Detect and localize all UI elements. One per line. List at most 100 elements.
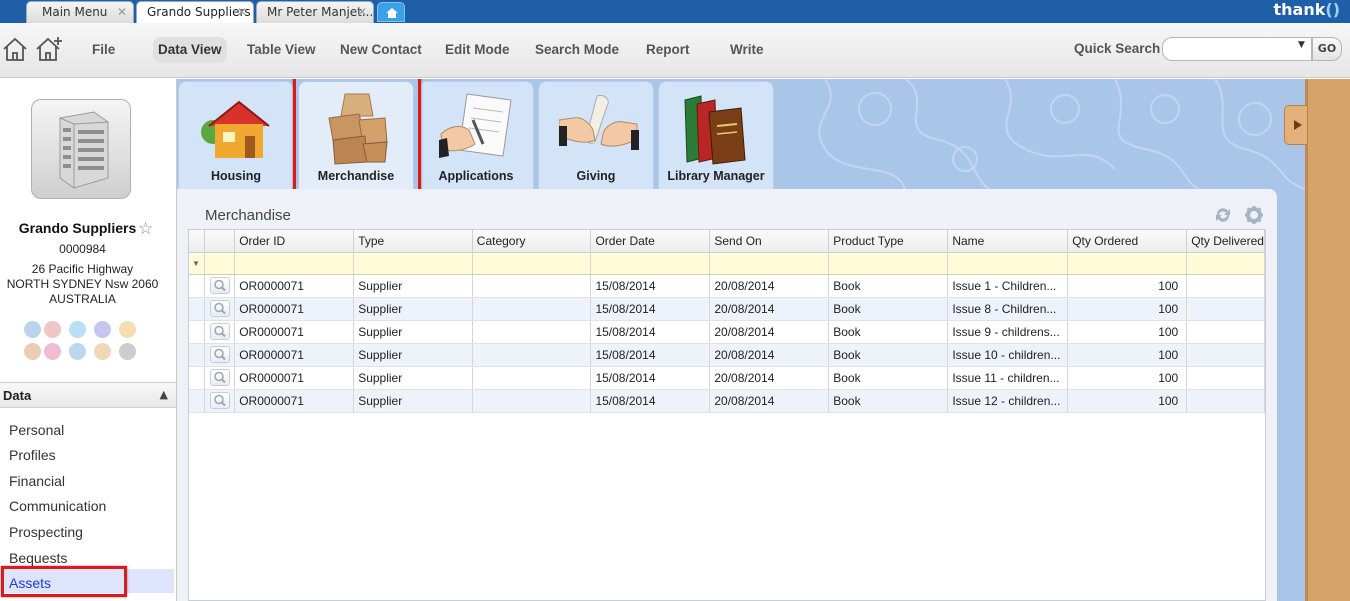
magnifier-icon[interactable]	[209, 369, 230, 386]
magnifier-icon[interactable]	[209, 277, 230, 294]
table-row[interactable]: OR0000071 Supplier 15/08/2014 20/08/2014 Boo…	[189, 389, 1265, 413]
star-icon[interactable]: ☆	[138, 219, 153, 239]
money-icon	[24, 321, 41, 338]
table-cell: Supplier	[353, 343, 473, 367]
filter-row: ▼	[189, 252, 1265, 275]
close-icon[interactable]: ✕	[117, 2, 127, 23]
magnifier-icon[interactable]	[209, 323, 230, 340]
close-icon[interactable]: ✕	[357, 2, 367, 23]
filter-cell[interactable]	[234, 252, 355, 275]
go-button[interactable]: GO	[1312, 37, 1342, 61]
column-header-type[interactable]: Type	[353, 230, 473, 253]
filter-cell[interactable]	[1186, 252, 1265, 275]
table-header-row: Order ID Type Category Order Date Send O…	[189, 230, 1265, 253]
filter-cell[interactable]	[709, 252, 830, 275]
home-icon[interactable]	[1, 35, 29, 63]
contact-address-line1: 26 Pacific Highway	[31, 262, 134, 276]
menu-new-contact[interactable]: New Contact	[335, 37, 427, 63]
dropdown-caret-icon[interactable]: ▼	[1298, 40, 1305, 50]
row-open-cell[interactable]	[204, 320, 236, 344]
sidebar-item-communication[interactable]: Communication	[9, 498, 106, 514]
refresh-icon[interactable]	[1213, 205, 1233, 225]
table-cell: Supplier	[353, 366, 473, 390]
menu-search-mode[interactable]: Search Mode	[530, 37, 624, 63]
sidebar-item-personal[interactable]: Personal	[9, 422, 64, 438]
row-open-cell[interactable]	[204, 366, 236, 390]
table-row[interactable]: OR0000071 Supplier 15/08/2014 20/08/2014 Boo…	[189, 320, 1265, 344]
table-row[interactable]: OR0000071 Supplier 15/08/2014 20/08/2014 Boo…	[189, 343, 1265, 367]
sidebar-item-profiles[interactable]: Profiles	[9, 447, 56, 463]
filter-icon[interactable]: ▼	[189, 252, 206, 275]
table-cell: 15/08/2014	[590, 366, 711, 390]
gear-icon[interactable]	[1243, 205, 1265, 225]
table-cell: 100	[1067, 274, 1188, 298]
table-cell: 15/08/2014	[590, 320, 711, 344]
data-section-header[interactable]: Data ▲	[0, 382, 176, 408]
filter-cell[interactable]	[204, 252, 236, 275]
category-giving[interactable]: Giving	[538, 81, 654, 189]
category-applications[interactable]: Applications	[418, 81, 534, 189]
magnifier-icon[interactable]	[209, 392, 230, 409]
sidebar-item-prospecting[interactable]: Prospecting	[9, 524, 83, 540]
category-housing[interactable]: Housing	[178, 81, 294, 189]
table-row[interactable]: OR0000071 Supplier 15/08/2014 20/08/2014 Boo…	[189, 366, 1265, 390]
table-cell: Issue 12 - children...	[947, 389, 1069, 413]
table-row[interactable]: OR0000071 Supplier 15/08/2014 20/08/2014 Boo…	[189, 274, 1265, 298]
row-open-cell[interactable]	[204, 274, 236, 298]
menu-edit-mode[interactable]: Edit Mode	[440, 37, 515, 63]
filter-cell[interactable]	[353, 252, 473, 275]
home-tab[interactable]	[377, 2, 405, 22]
column-header-qty-delivered[interactable]: Qty Delivered	[1186, 230, 1265, 253]
header-spacer	[204, 230, 236, 253]
expand-handle[interactable]	[1284, 105, 1308, 145]
menu-write[interactable]: Write	[725, 37, 769, 63]
column-header-order-id[interactable]: Order ID	[234, 230, 355, 253]
filter-cell[interactable]	[828, 252, 949, 275]
menu-table-view[interactable]: Table View	[242, 37, 321, 63]
table-row[interactable]: OR0000071 Supplier 15/08/2014 20/08/2014 Boo…	[189, 297, 1265, 321]
table-cell: Supplier	[353, 320, 473, 344]
table-cell: Issue 9 - childrens...	[947, 320, 1069, 344]
column-header-qty-ordered[interactable]: Qty Ordered	[1067, 230, 1188, 253]
table-cell: Supplier	[353, 389, 473, 413]
puzzle-background	[818, 79, 1305, 195]
row-open-cell[interactable]	[204, 343, 236, 367]
column-header-category[interactable]: Category	[472, 230, 592, 253]
magnifier-icon[interactable]	[209, 300, 230, 317]
table-cell: 100	[1067, 389, 1188, 413]
column-header-order-date[interactable]: Order Date	[590, 230, 711, 253]
table-cell	[1186, 274, 1265, 298]
menu-report[interactable]: Report	[641, 37, 695, 63]
column-header-product-type[interactable]: Product Type	[828, 230, 949, 253]
table-cell	[472, 320, 592, 344]
sidebar-item-financial[interactable]: Financial	[9, 473, 65, 489]
table-cell: 15/08/2014	[590, 297, 711, 321]
sidebar-item-bequests[interactable]: Bequests	[9, 550, 67, 566]
close-icon[interactable]: ✕	[237, 2, 247, 23]
filter-cell[interactable]	[947, 252, 1069, 275]
tab-grando-suppliers[interactable]: Grando Suppliers ✕	[136, 1, 254, 23]
quick-search-input[interactable]	[1162, 37, 1312, 61]
column-header-send-on[interactable]: Send On	[709, 230, 830, 253]
chevron-up-icon[interactable]: ▲	[160, 388, 168, 401]
row-spacer	[189, 297, 206, 321]
menu-data-view[interactable]: Data View	[153, 37, 227, 63]
house-icon	[201, 100, 270, 158]
category-library-manager[interactable]: Library Manager	[658, 81, 774, 189]
table-cell: Book	[828, 366, 949, 390]
filter-cell[interactable]	[590, 252, 711, 275]
menu-file[interactable]: File	[87, 37, 120, 63]
add-home-icon[interactable]	[34, 35, 64, 63]
avatar[interactable]	[31, 99, 131, 199]
row-open-cell[interactable]	[204, 297, 236, 321]
tab-main-menu[interactable]: Main Menu ✕	[26, 1, 134, 23]
filter-cell[interactable]	[1067, 252, 1188, 275]
table-cell: Book	[828, 274, 949, 298]
magnifier-icon[interactable]	[209, 346, 230, 363]
filter-cell[interactable]	[472, 252, 592, 275]
row-open-cell[interactable]	[204, 389, 236, 413]
panel-title: Merchandise	[205, 207, 291, 224]
tab-peter-manjet[interactable]: Mr Peter Manjet... ✕	[256, 1, 374, 23]
table-cell	[1186, 320, 1265, 344]
column-header-name[interactable]: Name	[947, 230, 1069, 253]
